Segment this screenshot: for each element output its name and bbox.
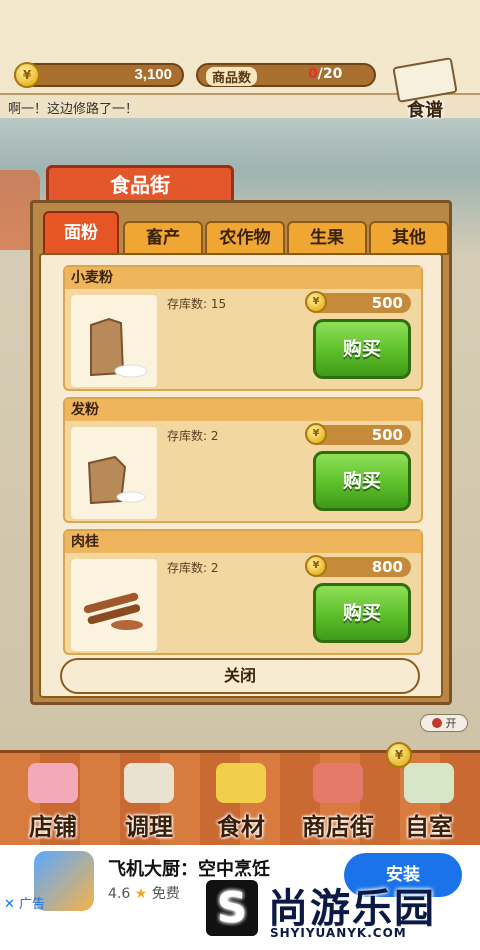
- rating-value: 4.6: [108, 886, 131, 902]
- toggle-dot-icon: [431, 718, 442, 728]
- tab-other[interactable]: 其他: [369, 221, 449, 255]
- nav-ingredients[interactable]: 食材: [196, 763, 286, 843]
- top-hud: ¥ 3,100 商品数 0/20: [14, 62, 376, 89]
- star-icon: ★: [134, 886, 148, 902]
- item-stock: 存库数: 2: [167, 429, 219, 443]
- nav-market-street[interactable]: 商店街: [288, 763, 388, 843]
- nav-label: 调理: [125, 813, 173, 841]
- item-price-value: 500: [371, 294, 403, 312]
- watermark-logo-icon: S: [206, 880, 258, 936]
- item-price: ¥500: [305, 423, 411, 445]
- coin-icon: ¥: [305, 555, 327, 577]
- tab-livestock[interactable]: 畜产: [123, 221, 203, 255]
- goods-counter: 商品数 0/20: [196, 63, 376, 87]
- nav-cooking[interactable]: 调理: [104, 763, 194, 843]
- nav-label: 店铺: [29, 813, 77, 841]
- list-item: 发粉 存库数: 2 ¥500 购买: [63, 397, 423, 523]
- coin-amount: 3,100: [134, 66, 172, 83]
- nav-label: 商店街: [302, 813, 374, 841]
- cinnamon-icon: [71, 559, 157, 651]
- item-name: 小麦粉: [65, 267, 421, 289]
- ad-rating: 4.6 ★ 免费: [108, 883, 180, 903]
- staff-door-icon: [404, 763, 454, 803]
- goods-max: /20: [317, 66, 343, 82]
- ad-price: 免费: [151, 886, 180, 902]
- item-price: ¥500: [305, 291, 411, 313]
- market-modal: 面粉 畜产 农作物 生果 其他 小麦粉 存库数: 15 ¥500 购买 发粉 存…: [30, 200, 452, 705]
- item-price-value: 500: [371, 426, 403, 444]
- flour-bag-icon: [71, 295, 157, 387]
- coin-icon: ¥: [305, 291, 327, 313]
- list-item: 小麦粉 存库数: 15 ¥500 购买: [63, 265, 423, 391]
- coin-icon: ¥: [386, 742, 412, 768]
- recipe-button[interactable]: 食谱: [386, 57, 464, 126]
- tab-fruit[interactable]: 生果: [287, 221, 367, 255]
- item-price-value: 800: [371, 558, 403, 576]
- ingredients-sack-icon: [216, 763, 266, 803]
- storefront-icon: [313, 763, 363, 803]
- goods-label: 商品数: [206, 67, 258, 86]
- watermark-url: SHYIYUANYK.COM: [270, 926, 407, 940]
- buy-button[interactable]: 购买: [313, 451, 411, 511]
- item-name: 发粉: [65, 399, 421, 421]
- yeast-bag-icon: [71, 427, 157, 519]
- item-stock: 存库数: 15: [167, 297, 227, 311]
- coin-icon: ¥: [305, 423, 327, 445]
- goods-current: 0: [308, 66, 318, 82]
- cake-icon: [28, 763, 78, 803]
- nav-room[interactable]: 自室: [384, 763, 474, 843]
- mixing-bowl-icon: [124, 763, 174, 803]
- item-name: 肉桂: [65, 531, 421, 553]
- modal-title: 食品街: [46, 165, 234, 205]
- ad-label[interactable]: ✕ 广告: [4, 893, 45, 912]
- tab-crops[interactable]: 农作物: [205, 221, 285, 255]
- toggle-switch[interactable]: 开: [420, 714, 468, 732]
- goods-count: 0/20: [308, 66, 342, 82]
- toggle-label: 开: [445, 717, 457, 730]
- item-stock: 存库数: 2: [167, 561, 219, 575]
- nav-label: 自室: [405, 813, 453, 841]
- list-item: 肉桂 存库数: 2 ¥800 购买: [63, 529, 423, 655]
- site-watermark: S 尚游乐园 SHYIYUANYK.COM: [200, 870, 480, 950]
- tab-flour[interactable]: 面粉: [43, 211, 119, 255]
- buy-button[interactable]: 购买: [313, 319, 411, 379]
- buy-button[interactable]: 购买: [313, 583, 411, 643]
- item-price: ¥800: [305, 555, 411, 577]
- news-ticker: 啊一！这边修路了一！: [8, 102, 139, 117]
- coin-icon: ¥: [14, 62, 40, 88]
- nav-label: 食材: [217, 813, 265, 841]
- item-list-panel: 小麦粉 存库数: 15 ¥500 购买 发粉 存库数: 2 ¥500 购买 肉桂…: [39, 253, 443, 698]
- nav-shop[interactable]: 店铺: [8, 763, 98, 843]
- close-button[interactable]: 关闭: [60, 658, 420, 694]
- coin-counter: ¥ 3,100: [14, 62, 184, 88]
